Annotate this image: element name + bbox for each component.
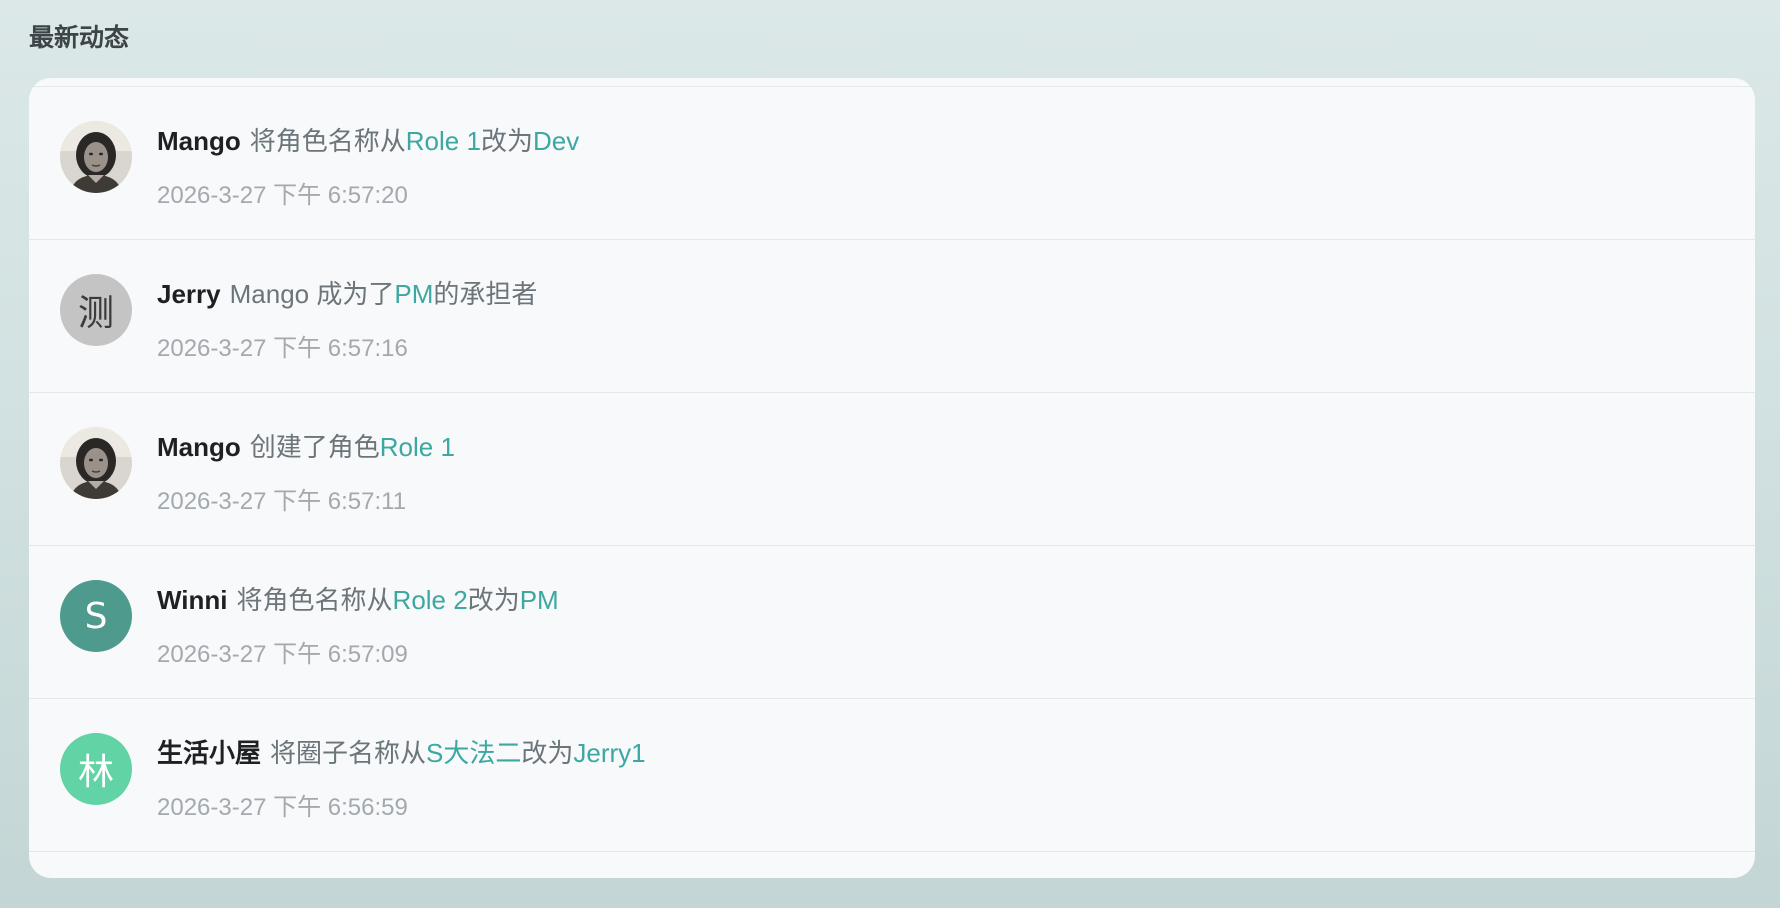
actor-name[interactable]: Mango [157, 432, 241, 462]
activity-feed-list: Mango 将角色名称从Role 1改为Dev 2026-3-27 下午 6:57:… [29, 86, 1755, 852]
feed-object-link[interactable]: Jerry1 [573, 738, 645, 768]
feed-object-link[interactable]: Role 1 [406, 126, 481, 156]
page-title: 最新动态 [29, 24, 130, 52]
feed-item-message: Mango 将角色名称从Role 1改为Dev [157, 123, 579, 159]
avatar-letter: 测 [77, 293, 114, 334]
actor-name[interactable]: Winni [157, 585, 228, 615]
feed-object-link[interactable]: PM [520, 585, 559, 615]
feed-item-message: Winni 将角色名称从Role 2改为PM [157, 582, 559, 618]
avatar-letter: S [84, 595, 108, 637]
feed-item: 林 生活小屋 将圈子名称从S大法二改为Jerry1 2026-3-27 下午 6:56… [29, 699, 1755, 852]
user-avatar[interactable] [60, 121, 132, 193]
user-avatar[interactable]: S [60, 580, 132, 652]
feed-action-text: 将圈子名称从 [270, 738, 427, 768]
user-photo-icon [60, 121, 132, 193]
feed-action-text: 的承担者 [433, 279, 538, 309]
feed-action-text: 改为 [480, 126, 533, 156]
feed-item: Mango 创建了角色Role 1 2026-3-27 下午 6:57:11 [29, 393, 1755, 546]
feed-action-text: Mango 成为了 [229, 279, 395, 309]
activity-feed-card: Mango 将角色名称从Role 1改为Dev 2026-3-27 下午 6:57:… [29, 78, 1755, 878]
feed-object-link[interactable]: S大法二 [426, 738, 521, 768]
feed-action-text: 将角色名称从 [249, 126, 406, 156]
feed-item-timestamp: 2026-3-27 下午 6:57:16 [157, 335, 408, 362]
feed-item-timestamp: 2026-3-27 下午 6:57:09 [157, 641, 408, 668]
actor-name[interactable]: Jerry [157, 279, 221, 309]
feed-item: S Winni 将角色名称从Role 2改为PM 2026-3-27 下午 6:57:… [29, 546, 1755, 699]
feed-item-message: Jerry Mango 成为了PM的承担者 [157, 276, 537, 312]
feed-object-link[interactable]: Dev [533, 126, 579, 156]
feed-action-text: 将角色名称从 [236, 585, 393, 615]
actor-name[interactable]: Mango [157, 126, 241, 156]
feed-action-text: 创建了角色 [249, 432, 380, 462]
user-avatar[interactable]: 测 [60, 274, 132, 346]
feed-object-link[interactable]: Role 1 [380, 432, 455, 462]
user-avatar[interactable] [60, 427, 132, 499]
feed-item-timestamp: 2026-3-27 下午 6:56:59 [157, 794, 408, 821]
feed-item-message: Mango 创建了角色Role 1 [157, 429, 455, 465]
feed-action-text: 改为 [467, 585, 520, 615]
avatar-letter: 林 [77, 752, 114, 793]
actor-name[interactable]: 生活小屋 [157, 738, 261, 768]
user-photo-icon [60, 427, 132, 499]
feed-item: Mango 将角色名称从Role 1改为Dev 2026-3-27 下午 6:57:… [29, 87, 1755, 240]
feed-action-text: 改为 [521, 738, 574, 768]
feed-item: 测 Jerry Mango 成为了PM的承担者 2026-3-27 下午 6:57:1… [29, 240, 1755, 393]
feed-item-message: 生活小屋 将圈子名称从S大法二改为Jerry1 [157, 735, 646, 771]
feed-item-timestamp: 2026-3-27 下午 6:57:20 [157, 182, 408, 209]
feed-object-link[interactable]: Role 2 [393, 585, 468, 615]
feed-object-link[interactable]: PM [394, 279, 433, 309]
user-avatar[interactable]: 林 [60, 733, 132, 805]
feed-item-timestamp: 2026-3-27 下午 6:57:11 [157, 488, 407, 515]
